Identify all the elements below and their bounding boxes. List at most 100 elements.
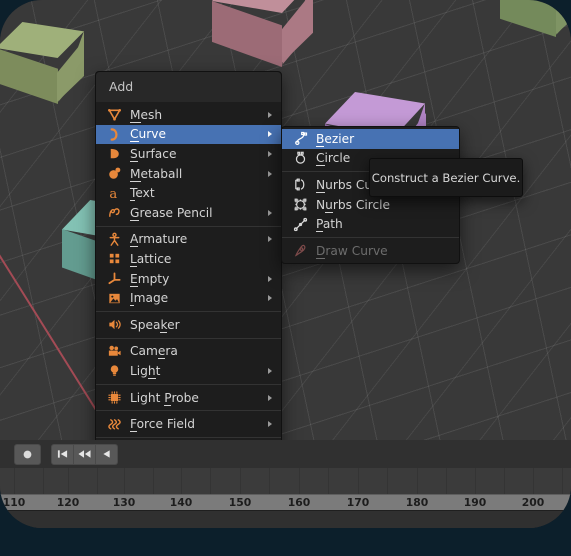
timeline-gridline	[43, 468, 44, 494]
menu-item-bezier[interactable]: Bezier	[282, 129, 459, 149]
menu-item-label: Text	[130, 186, 155, 202]
cube-face-right-body	[282, 0, 313, 63]
menu-item-label: Nurbs Circle	[316, 197, 391, 213]
record-button[interactable]	[14, 443, 41, 465]
menu-separator	[282, 236, 459, 238]
menu-item-curve[interactable]: Curve	[96, 124, 281, 145]
menu-item-light-probe[interactable]: Light Probe	[96, 388, 281, 408]
menu-separator	[96, 310, 281, 312]
menu-item-metaball[interactable]: Metaball	[96, 164, 281, 184]
chevron-right-icon	[268, 394, 272, 401]
grease-pencil-icon	[104, 205, 124, 221]
menu-item-label: Grease Pencil	[130, 205, 213, 221]
chevron-right-icon	[268, 170, 272, 177]
chevron-right-icon	[268, 131, 272, 138]
menu-item-label: Metaball	[130, 166, 183, 182]
timeline-gridline	[328, 468, 329, 494]
timeline-gridline	[504, 468, 505, 494]
timeline-track[interactable]	[0, 468, 571, 494]
transport-button-group	[51, 443, 118, 465]
menu-item-armature[interactable]: Armature	[96, 230, 281, 250]
chevron-right-icon	[268, 111, 272, 118]
menu-item-label: Light	[130, 363, 161, 379]
nurbs-circle-icon	[290, 197, 310, 213]
timeline-footer	[0, 510, 571, 528]
menu-item-label: Speaker	[130, 317, 180, 333]
timeline-tick-label: 180	[405, 496, 429, 509]
timeline-gridline	[14, 468, 15, 494]
empty-axis-icon	[104, 271, 124, 287]
tooltip: Construct a Bezier Curve.	[369, 158, 523, 197]
metaball-icon	[104, 166, 124, 182]
timeline-gridline	[124, 468, 125, 494]
chevron-right-icon	[268, 236, 272, 243]
menu-item-image[interactable]: Image	[96, 288, 281, 308]
image-icon	[104, 290, 124, 306]
surface-icon	[104, 146, 124, 162]
timeline-playback-controls	[0, 440, 571, 468]
timeline-gridline	[299, 468, 300, 494]
menu-item-force-field[interactable]: Force Field	[96, 414, 281, 434]
menu-separator	[96, 436, 281, 438]
menu-item-label: Light Probe	[130, 390, 199, 406]
timeline-tick-label: 120	[56, 496, 80, 509]
timeline-tick-label: 170	[346, 496, 370, 509]
menu-item-light[interactable]: Light	[96, 361, 281, 381]
timeline-ruler[interactable]: 110 120 130 140 150 160 170 180 190 200	[0, 494, 571, 511]
menu-item-label: Mesh	[130, 107, 163, 123]
play-reverse-button[interactable]	[96, 443, 118, 465]
add-menu[interactable]: Add Mesh Curve Surface Metaball a Text Grease …	[95, 71, 282, 465]
bezier-curve-icon	[290, 131, 310, 147]
tooltip-text: Construct a Bezier Curve.	[371, 170, 521, 185]
blender-screenshot: Add Mesh Curve Surface Metaball a Text Grease …	[0, 0, 571, 556]
lattice-icon	[104, 251, 124, 267]
menu-separator	[96, 383, 281, 385]
timeline-gridline	[240, 468, 241, 494]
timeline-gridline	[358, 468, 359, 494]
menu-item-empty[interactable]: Empty	[96, 269, 281, 289]
timeline-gridline	[210, 468, 211, 494]
menu-item-path[interactable]: Path	[282, 214, 459, 234]
draw-curve-icon	[290, 243, 310, 259]
timeline-gridline	[417, 468, 418, 494]
timeline-editor[interactable]: 110 120 130 140 150 160 170 180 190 200	[0, 440, 571, 528]
timeline-gridline	[68, 468, 69, 494]
cube-face-top	[0, 22, 84, 58]
bezier-circle-icon	[290, 150, 310, 166]
menu-item-lattice[interactable]: Lattice	[96, 249, 281, 269]
jump-to-start-button[interactable]	[51, 443, 74, 465]
path-icon	[290, 216, 310, 232]
menu-item-surface[interactable]: Surface	[96, 144, 281, 164]
menu-item-draw-curve: Draw Curve	[282, 241, 459, 261]
timeline-gridline	[533, 468, 534, 494]
menu-item-speaker[interactable]: Speaker	[96, 315, 281, 335]
add-menu-title: Add	[96, 72, 281, 102]
menu-separator	[96, 337, 281, 339]
timeline-tick-label: 150	[228, 496, 252, 509]
cube-face-left	[500, 0, 556, 37]
menu-separator	[96, 410, 281, 412]
camera-icon	[104, 343, 124, 359]
menu-item-grease-pencil[interactable]: Grease Pencil	[96, 203, 281, 223]
previous-keyframe-button[interactable]	[74, 443, 96, 465]
chevron-right-icon	[268, 209, 272, 216]
menu-item-text[interactable]: a Text	[96, 183, 281, 203]
add-menu-items: Mesh Curve Surface Metaball a Text Grease Penc…	[96, 105, 281, 461]
cube-green-top[interactable]	[500, 0, 571, 70]
armature-icon	[104, 231, 124, 247]
menu-item-camera[interactable]: Camera	[96, 342, 281, 362]
menu-item-label: Curve	[130, 127, 166, 143]
light-probe-icon	[104, 390, 124, 406]
timeline-gridline	[475, 468, 476, 494]
nurbs-curve-icon	[290, 177, 310, 193]
timeline-tick-label: 200	[521, 496, 545, 509]
cube-olive-left[interactable]	[0, 22, 84, 136]
menu-item-mesh[interactable]: Mesh	[96, 105, 281, 125]
chevron-right-icon	[268, 295, 272, 302]
timeline-tick-label: 190	[463, 496, 487, 509]
timeline-gridline	[562, 468, 563, 494]
menu-item-nurbs-circle[interactable]: Nurbs Circle	[282, 195, 459, 215]
menu-item-label: Surface	[130, 146, 177, 162]
timeline-tick-label: 110	[2, 496, 26, 509]
menu-item-label: Path	[316, 217, 343, 233]
